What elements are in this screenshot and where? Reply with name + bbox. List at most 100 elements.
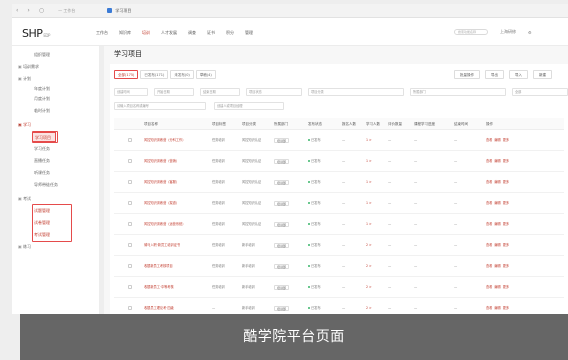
action-link[interactable]: 查看 (486, 264, 492, 268)
cell-name[interactable]: 风控知识训练营（客服） (144, 172, 179, 193)
table-row[interactable]: 骑马入职·新员工培训证书 任务培训 新手培训 培训部 已发布 — 2 > — — — 查看 编辑 更多 (114, 235, 564, 256)
action-link[interactable]: 编辑 (494, 138, 500, 142)
action-link[interactable]: 编辑 (494, 306, 500, 310)
sidebar-item[interactable]: 临时计划 (12, 106, 50, 116)
table-row[interactable]: 收银新员工考核项目 任务培训 新手培训 培训部 已发布 — 2 > — — — 查看 编辑 更多 (114, 256, 564, 277)
sidebar-item[interactable]: 听课任务 (12, 168, 50, 178)
cell-name[interactable]: 骑马入职·新员工培训证书 (144, 235, 180, 256)
action-link[interactable]: 编辑 (494, 201, 500, 205)
global-search-input[interactable]: 搜索功能名称 (454, 29, 488, 35)
action-link[interactable]: 编辑 (494, 159, 500, 163)
action-link[interactable]: 编辑 (494, 264, 500, 268)
sidebar-item[interactable]: 月度计划 (12, 94, 50, 104)
learner-count[interactable]: 2 > (366, 306, 372, 310)
toolbar-button[interactable]: 导入 (509, 70, 528, 79)
cell-name[interactable]: 收银新员工·中等考核 (144, 277, 174, 298)
top-menu-item[interactable]: 证书 (207, 30, 215, 36)
action-link[interactable]: 查看 (486, 285, 492, 289)
cell-name[interactable]: 收银新员工考核项目 (144, 256, 173, 277)
back-icon[interactable]: ‹ (16, 7, 18, 14)
sidebar-item[interactable]: ▣ 计划 ⌄ (12, 74, 31, 84)
action-link[interactable]: 更多 (503, 180, 509, 184)
table-row[interactable]: 风控知识训练营（渠道） 任务培训 风控知识认证 培训部 已发布 — 1 > — — — 查看 编辑 更多 (114, 193, 564, 214)
row-checkbox[interactable] (128, 264, 132, 268)
action-link[interactable]: 更多 (503, 264, 509, 268)
row-checkbox[interactable] (128, 285, 132, 289)
action-link[interactable]: 查看 (486, 306, 492, 310)
cell-name[interactable]: 风控知识训练营（渠道） (144, 193, 179, 214)
filter-select[interactable]: 项目分类 (308, 88, 404, 96)
address-bar[interactable]: — 工作台 (58, 8, 75, 14)
search-field[interactable]: 创建人或项目经理 (214, 102, 284, 110)
status-chip[interactable]: 草稿(4) (195, 70, 216, 79)
action-link[interactable]: 更多 (503, 159, 509, 163)
reload-icon[interactable]: ○ (39, 7, 44, 14)
action-link[interactable]: 查看 (486, 222, 492, 226)
action-link[interactable]: 查看 (486, 180, 492, 184)
toolbar-button[interactable]: 批量操作 (454, 70, 480, 79)
table-row[interactable]: 风控知识训练营（营销） 任务培训 风控知识认证 培训部 已发布 — 1 > — — — 查看 编辑 更多 (114, 151, 564, 172)
gear-icon[interactable]: ⚙ (528, 30, 532, 35)
search-field[interactable]: 请输入项目名称或编号 (114, 102, 206, 110)
forward-icon[interactable]: › (27, 7, 29, 14)
sidebar-item[interactable]: 组织管理 (12, 50, 50, 60)
cell-name[interactable]: 风控知识训练营（分科工作） (144, 130, 185, 151)
table-row[interactable]: 风控知识训练营（运营系统） 任务培训 风控知识认证 培训部 已发布 — 1 > — — — 查看 编辑… (114, 214, 564, 235)
top-menu-item[interactable]: 工作台 (96, 30, 108, 36)
action-link[interactable]: 更多 (503, 243, 509, 247)
action-link[interactable]: 编辑 (494, 180, 500, 184)
filter-select[interactable]: 全部 (512, 88, 568, 96)
learner-count[interactable]: 1 > (366, 222, 372, 226)
sidebar-item[interactable]: 学习任务 (12, 144, 50, 154)
filter-select[interactable]: 结束日期 (200, 88, 240, 96)
top-menu-item[interactable]: 积分 (226, 30, 234, 36)
filter-select[interactable]: 创建时间 (114, 88, 148, 96)
filter-select[interactable]: 所属部门 (410, 88, 506, 96)
table-row[interactable]: 风控知识训练营（分科工作） 任务培训 风控知识认证 培训部 已发布 — 1 > — — — 查看 编辑… (114, 130, 564, 151)
learner-count[interactable]: 1 > (366, 201, 372, 205)
action-link[interactable]: 更多 (503, 201, 509, 205)
action-link[interactable]: 编辑 (494, 285, 500, 289)
status-chip[interactable]: 全部(175) (114, 70, 139, 79)
user-name[interactable]: 上海研修 (500, 29, 516, 35)
learner-count[interactable]: 1 > (366, 180, 372, 184)
sidebar-item[interactable]: ▣ 练习 ⌄ (12, 242, 31, 252)
row-checkbox[interactable] (128, 138, 132, 142)
action-link[interactable]: 更多 (503, 138, 509, 142)
sidebar-item[interactable]: ▣ 考试 ⌄ (12, 194, 31, 204)
top-menu-item[interactable]: 调查 (188, 30, 196, 36)
action-link[interactable]: 编辑 (494, 222, 500, 226)
table-row[interactable]: 风控知识训练营（客服） 任务培训 风控知识认证 培训部 已发布 — 1 > — — — 查看 编辑 更多 (114, 172, 564, 193)
status-chip[interactable]: 已发布(171) (140, 70, 169, 79)
sidebar-item[interactable]: 年度计划 (12, 84, 50, 94)
action-link[interactable]: 查看 (486, 159, 492, 163)
table-row[interactable]: 收银新员工·中等考核 任务培训 新手培训 培训部 已发布 — 2 > — — — 查看 编辑 更多 (114, 277, 564, 298)
learner-count[interactable]: 1 > (366, 159, 372, 163)
action-link[interactable]: 编辑 (494, 243, 500, 247)
filter-select[interactable]: 开始日期 (154, 88, 194, 96)
row-checkbox[interactable] (128, 243, 132, 247)
sidebar-item[interactable]: 直播任务 (12, 156, 50, 166)
row-checkbox[interactable] (128, 201, 132, 205)
sidebar-item[interactable]: 导师带徒任务 (12, 180, 58, 190)
action-link[interactable]: 更多 (503, 285, 509, 289)
top-menu-item[interactable]: 管理 (245, 30, 253, 36)
browser-tab[interactable]: 学习项目 (107, 8, 131, 14)
row-checkbox[interactable] (128, 306, 132, 310)
sidebar-item[interactable]: ▣ 培训需求 ⌄ (12, 62, 39, 72)
top-menu-item[interactable]: 培训 (142, 30, 150, 36)
action-link[interactable]: 查看 (486, 243, 492, 247)
row-checkbox[interactable] (128, 222, 132, 226)
learner-count[interactable]: 2 > (366, 285, 372, 289)
status-chip[interactable]: 未发布(0) (170, 70, 194, 79)
top-menu-item[interactable]: 人才发展 (161, 30, 177, 36)
learner-count[interactable]: 2 > (366, 264, 372, 268)
action-link[interactable]: 查看 (486, 201, 492, 205)
top-menu-item[interactable]: 知识库 (119, 30, 131, 36)
toolbar-button[interactable]: 导出 (485, 70, 504, 79)
row-checkbox[interactable] (128, 159, 132, 163)
sidebar-item[interactable]: ▣ 学习 ⌄ (12, 120, 31, 130)
row-checkbox[interactable] (128, 180, 132, 184)
cell-name[interactable]: 风控知识训练营（运营系统） (144, 214, 185, 235)
cell-name[interactable]: 风控知识训练营（营销） (144, 151, 179, 172)
